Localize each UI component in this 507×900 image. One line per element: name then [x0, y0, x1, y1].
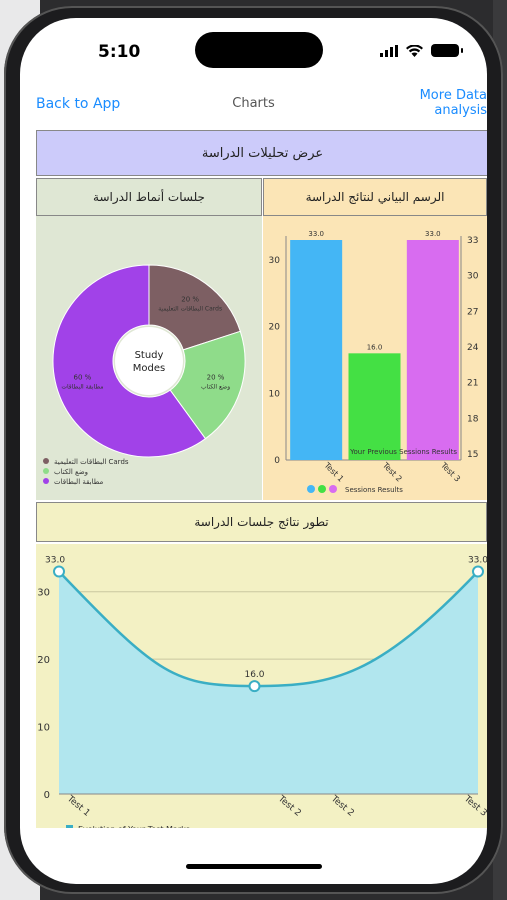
bar-y-tick: 10: [269, 389, 281, 399]
study-modes-title: جلسات أنماط الدراسة: [36, 178, 262, 216]
home-indicator[interactable]: [186, 864, 322, 869]
analysis-label: analysis: [434, 103, 487, 118]
pie-center-label: Modes: [133, 363, 165, 374]
line-y-tick: 0: [44, 790, 50, 801]
pie-slice-percent: 20 %: [181, 295, 199, 303]
line-chart[interactable]: 0 10 20 30 33.0 16.0 33.0 Test 1 Test 2 Test 2 Tes…: [36, 544, 487, 834]
line-area: [59, 571, 478, 794]
bar-chart[interactable]: 0 10 20 30 15 18 21 24 27 30 33 33.0 Test 1 16.0 Test …: [263, 216, 487, 500]
line-point-label: 33.0: [45, 555, 65, 565]
pie-center: [115, 327, 183, 395]
bar-value-label: 33.0: [308, 230, 324, 238]
bar-y-tick-right: 27: [467, 307, 478, 317]
bar-y-tick: 20: [269, 323, 281, 333]
pie-slice-percent: 20 %: [207, 374, 225, 382]
bar-overlay-text: Your Previous Sessions Results: [349, 448, 457, 456]
line-x-tick: Test 2: [275, 794, 302, 819]
screen: 5:10 Back to App Charts More Data analys…: [20, 18, 487, 884]
bar-x-tick: Test 3: [438, 460, 462, 484]
bar-legend-swatch: [307, 485, 315, 493]
pie-center-label: Study: [135, 350, 164, 361]
status-icons: [380, 44, 463, 57]
signal-icon: [380, 44, 398, 57]
line-x-tick: Test 2: [328, 794, 355, 819]
bar-y-tick-right: 15: [467, 450, 478, 460]
evolution-title: تطور نتائج جلسات الدراسة: [36, 502, 487, 542]
line-chart-panel: 0 10 20 30 33.0 16.0 33.0 Test 1 Test 2 Test 2 Tes…: [36, 544, 487, 834]
bar-y-tick: 0: [274, 456, 280, 466]
pie-legend-label: مطابقة البطاقات: [54, 478, 103, 486]
more-data-analysis-button[interactable]: More Data analysis: [420, 88, 487, 118]
line-point: [248, 680, 261, 693]
pie-slice-label: مطابقة البطاقات: [61, 384, 103, 391]
line-y-tick: 20: [37, 655, 50, 666]
bar: [406, 240, 459, 460]
pie-slice-label: وضع الكتاب: [201, 384, 230, 391]
bar-y-tick-right: 21: [467, 379, 478, 389]
bar-legend-label: Sessions Results: [345, 486, 403, 494]
wifi-icon: [406, 44, 423, 57]
line-y-tick: 30: [37, 588, 50, 599]
line-legend-label: Evolution of Your Test Marks: [78, 825, 190, 828]
bar-y-tick-right: 24: [467, 343, 479, 353]
bar-value-label: 16.0: [367, 343, 383, 351]
bar-y-tick-right: 18: [467, 414, 479, 424]
bar: [348, 353, 401, 460]
study-results-title: الرسم البياني لنتائج الدراسة: [263, 178, 487, 216]
bar-x-tick: Test 2: [380, 460, 404, 484]
pie-legend-label: وضع الكتاب: [54, 468, 88, 476]
bar-value-label: 33.0: [425, 230, 441, 238]
pie-legend-label: البطاقات التعليمية Cards: [54, 458, 129, 466]
nav-title: Charts: [232, 96, 275, 111]
bar-legend-swatch: [329, 485, 337, 493]
pie-legend-swatch: [43, 478, 49, 484]
line-legend-swatch: [66, 825, 73, 832]
page-header: عرض تحليلات الدراسة: [36, 130, 487, 176]
pie-chart[interactable]: 20 % البطاقات التعليمية Cards 20 % وضع الكت…: [36, 216, 262, 500]
line-point-label: 33.0: [468, 555, 487, 565]
bar-x-tick: Test 1: [322, 460, 346, 484]
pie-slice-percent: 60 %: [74, 374, 92, 382]
status-time: 5:10: [98, 42, 141, 62]
pie-legend-swatch: [43, 458, 49, 464]
pie-legend-swatch: [43, 468, 49, 474]
pie-slice-label: البطاقات التعليمية Cards: [158, 305, 222, 312]
line-point-label: 16.0: [244, 670, 264, 680]
line-point: [53, 565, 65, 578]
line-point: [472, 565, 484, 578]
bar-y-tick-right: 33: [467, 236, 478, 246]
bar-legend-swatch: [318, 485, 326, 493]
line-y-tick: 10: [37, 723, 50, 734]
line-x-tick: Test 3: [461, 794, 487, 819]
bar-y-tick-right: 30: [467, 272, 479, 282]
phone-frame: 5:10 Back to App Charts More Data analys…: [4, 6, 503, 894]
line-x-tick: Test 1: [64, 794, 91, 819]
dynamic-island: [195, 32, 323, 68]
bar: [290, 240, 343, 460]
battery-icon: [431, 44, 463, 57]
bar-y-tick: 30: [269, 256, 281, 266]
bar-chart-panel: 0 10 20 30 15 18 21 24 27 30 33 33.0 Test 1 16.0 Test …: [263, 216, 487, 500]
pie-chart-panel: 20 % البطاقات التعليمية Cards 20 % وضع الكت…: [36, 216, 262, 500]
more-data-label: More Data: [419, 88, 487, 103]
